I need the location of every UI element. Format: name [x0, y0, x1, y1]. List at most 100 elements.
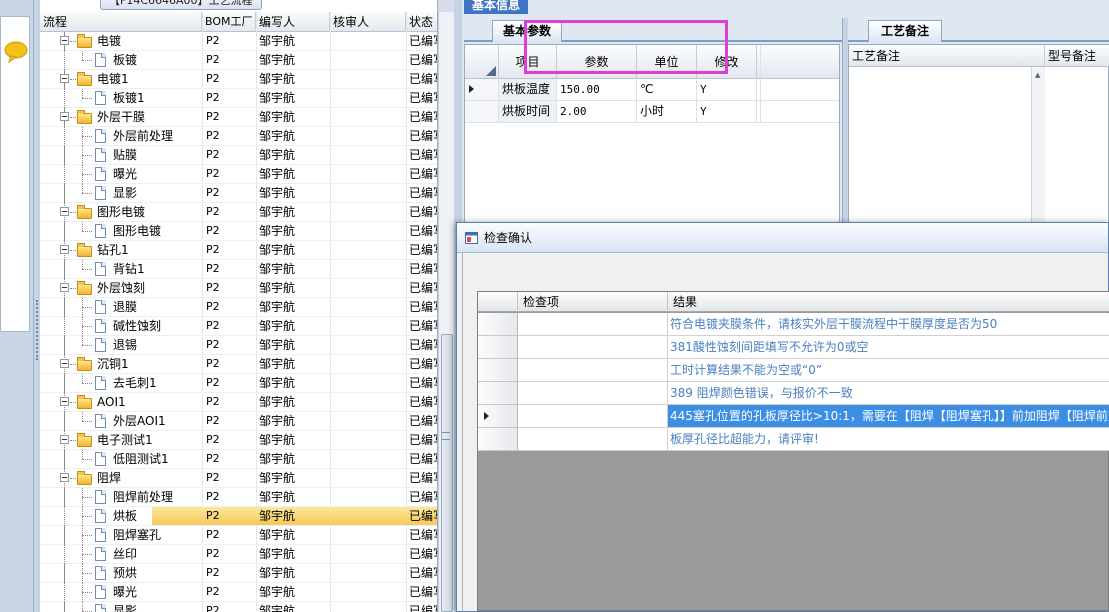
tree-row[interactable]: 板镀 P2 邹宇航 已编写 [40, 51, 437, 70]
tree-row[interactable]: 显影 P2 邹宇航 已编写 [40, 184, 437, 203]
check-row[interactable]: 工时计算结果不能为空或“0” [478, 359, 1109, 382]
check-item-cell[interactable] [518, 405, 668, 428]
row-header[interactable] [465, 101, 499, 122]
collapse-toggle-icon[interactable] [60, 207, 69, 216]
tree-node-label[interactable]: 沉铜1 [97, 355, 129, 373]
check-result-cell[interactable]: 工时计算结果不能为空或“0” [668, 359, 1109, 382]
tree-row[interactable]: 去毛刺1 P2 邹宇航 已编写 [40, 374, 437, 393]
params-row[interactable]: 烘板时间 2.00 小时 Y [465, 101, 839, 123]
check-result-cell[interactable]: 389 阻焊颜色错误，与报价不一致 [668, 382, 1109, 405]
collapse-toggle-icon[interactable] [60, 435, 69, 444]
tree-node-label[interactable]: 板镀1 [113, 89, 145, 107]
tree-node-label[interactable]: 丝印 [113, 545, 137, 563]
param-unit[interactable]: ℃ [637, 79, 697, 100]
param-value[interactable]: 2.00 [557, 101, 637, 122]
tab-basic-info[interactable]: 基本信息 [464, 0, 529, 14]
tree-node-label[interactable]: 退锡 [113, 336, 137, 354]
tree-node-label[interactable]: 烘板 [113, 507, 137, 525]
check-item-cell[interactable] [518, 336, 668, 359]
tree-node-label[interactable]: 阻焊前处理 [113, 488, 173, 506]
row-header[interactable] [478, 382, 518, 405]
tree-node-label[interactable]: 电镀1 [97, 70, 129, 88]
param-modify[interactable]: Y [697, 101, 757, 122]
tree-row[interactable]: 曝光 P2 邹宇航 已编写 [40, 583, 437, 602]
tree-row[interactable]: 退膜 P2 邹宇航 已编写 [40, 298, 437, 317]
tree-node-label[interactable]: 低阻测试1 [113, 450, 169, 468]
tree-row[interactable]: 背钻1 P2 邹宇航 已编写 [40, 260, 437, 279]
check-row[interactable]: 符合电镀夹膜条件，请核实外层干膜流程中干膜厚度是否为50 [478, 313, 1109, 336]
dialog-titlebar[interactable]: 检查确认 [457, 223, 1108, 253]
tree-row[interactable]: 钻孔1 P2 邹宇航 已编写 [40, 241, 437, 260]
check-result-cell[interactable]: 445塞孔位置的孔板厚径比>10:1，需要在【阻焊【阻焊塞孔】】前加阻焊【阻焊前… [668, 405, 1109, 428]
check-item-cell[interactable] [518, 313, 668, 336]
tree-tab[interactable]: 【F14C6646A00】工艺流程 [100, 0, 262, 10]
tree-node-label[interactable]: 电镀 [97, 32, 121, 50]
tree-row[interactable]: 显影 P2 邹宇航 已编写 [40, 602, 437, 612]
check-row[interactable]: 389 阻焊颜色错误，与报价不一致 [478, 382, 1109, 405]
tree-node-label[interactable]: 图形电镀 [113, 222, 161, 240]
param-modify[interactable]: Y [697, 79, 757, 100]
check-result-cell[interactable]: 符合电镀夹膜条件，请核实外层干膜流程中干膜厚度是否为50 [668, 313, 1109, 336]
tree-node-label[interactable]: 碱性蚀刻 [113, 317, 161, 335]
collapse-toggle-icon[interactable] [60, 359, 69, 368]
row-header[interactable] [478, 405, 518, 428]
check-item-cell[interactable] [518, 428, 668, 451]
tree-node-label[interactable]: 外层前处理 [113, 127, 173, 145]
column-header-writer[interactable]: 编写人 [256, 12, 330, 32]
collapse-toggle-icon[interactable] [60, 283, 69, 292]
column-header-process[interactable]: 流程 [40, 12, 202, 32]
check-result-cell[interactable]: 板厚孔径比超能力，请评审! [668, 428, 1109, 451]
tree-node-label[interactable]: 外层蚀刻 [97, 279, 145, 297]
tree-row[interactable]: 电镀1 P2 邹宇航 已编写 [40, 70, 437, 89]
tree-row[interactable]: 外层蚀刻 P2 邹宇航 已编写 [40, 279, 437, 298]
tree-node-label[interactable]: 外层AOI1 [113, 412, 166, 430]
tree-row[interactable]: 预烘 P2 邹宇航 已编写 [40, 564, 437, 583]
row-header[interactable] [478, 359, 518, 382]
tree-row[interactable]: 板镀1 P2 邹宇航 已编写 [40, 89, 437, 108]
remarks-col-model[interactable]: 型号备注 [1045, 45, 1109, 67]
tree-node-label[interactable]: 阻焊塞孔 [113, 526, 161, 544]
tree-node-label[interactable]: 预烘 [113, 564, 137, 582]
tree-node-label[interactable]: AOI1 [97, 393, 126, 411]
check-result-cell[interactable]: 381酸性蚀刻间距填写不允许为0或空 [668, 336, 1109, 359]
remarks-col-process[interactable]: 工艺备注 [849, 45, 1045, 67]
check-row[interactable]: 445塞孔位置的孔板厚径比>10:1，需要在【阻焊【阻焊塞孔】】前加阻焊【阻焊前… [478, 405, 1109, 428]
tree-row[interactable]: 图形电镀 P2 邹宇航 已编写 [40, 203, 437, 222]
check-col-result[interactable]: 结果 [668, 292, 1109, 312]
check-col-item[interactable]: 检查项 [518, 292, 668, 312]
check-item-cell[interactable] [518, 382, 668, 405]
collapse-toggle-icon[interactable] [60, 74, 69, 83]
row-header[interactable] [478, 336, 518, 359]
tree-node-label[interactable]: 显影 [113, 602, 137, 612]
tab-process-remarks[interactable]: 工艺备注 [868, 20, 943, 42]
chat-bubble-icon[interactable] [3, 39, 29, 65]
tree-node-label[interactable]: 板镀 [113, 51, 137, 69]
tree-node-label[interactable]: 电子测试1 [97, 431, 153, 449]
tree-node-label[interactable]: 曝光 [113, 165, 137, 183]
collapse-toggle-icon[interactable] [60, 397, 69, 406]
row-header[interactable] [465, 79, 499, 100]
tree-row[interactable]: 退锡 P2 邹宇航 已编写 [40, 336, 437, 355]
tree-node-label[interactable]: 阻焊 [97, 469, 121, 487]
remarks-scrollbar[interactable]: ▲ [1031, 67, 1045, 229]
tree-row[interactable]: 外层干膜 P2 邹宇航 已编写 [40, 108, 437, 127]
row-header[interactable] [478, 428, 518, 451]
tree-row[interactable]: 外层AOI1 P2 邹宇航 已编写 [40, 412, 437, 431]
tree-row[interactable]: 阻焊 P2 邹宇航 已编写 [40, 469, 437, 488]
column-header-bom[interactable]: BOM工厂 [202, 12, 256, 32]
tree-scrollbar[interactable] [438, 12, 454, 612]
collapse-toggle-icon[interactable] [60, 245, 69, 254]
column-header-status[interactable]: 状态 [406, 12, 437, 32]
tree-row[interactable]: 电镀 P2 邹宇航 已编写 [40, 32, 437, 51]
tree-node-label[interactable]: 退膜 [113, 298, 137, 316]
tree-node-label[interactable]: 曝光 [113, 583, 137, 601]
tree-row[interactable]: 外层前处理 P2 邹宇航 已编写 [40, 127, 437, 146]
column-header-reviewer[interactable]: 核审人 [330, 12, 406, 32]
tree-row[interactable]: 阻焊塞孔 P2 邹宇航 已编写 [40, 526, 437, 545]
tree-row[interactable]: 沉铜1 P2 邹宇航 已编写 [40, 355, 437, 374]
tree-row[interactable]: 电子测试1 P2 邹宇航 已编写 [40, 431, 437, 450]
check-row[interactable]: 板厚孔径比超能力，请评审! [478, 428, 1109, 451]
tree-node-label[interactable]: 图形电镀 [97, 203, 145, 221]
check-item-cell[interactable] [518, 359, 668, 382]
tree-row[interactable]: 丝印 P2 邹宇航 已编写 [40, 545, 437, 564]
